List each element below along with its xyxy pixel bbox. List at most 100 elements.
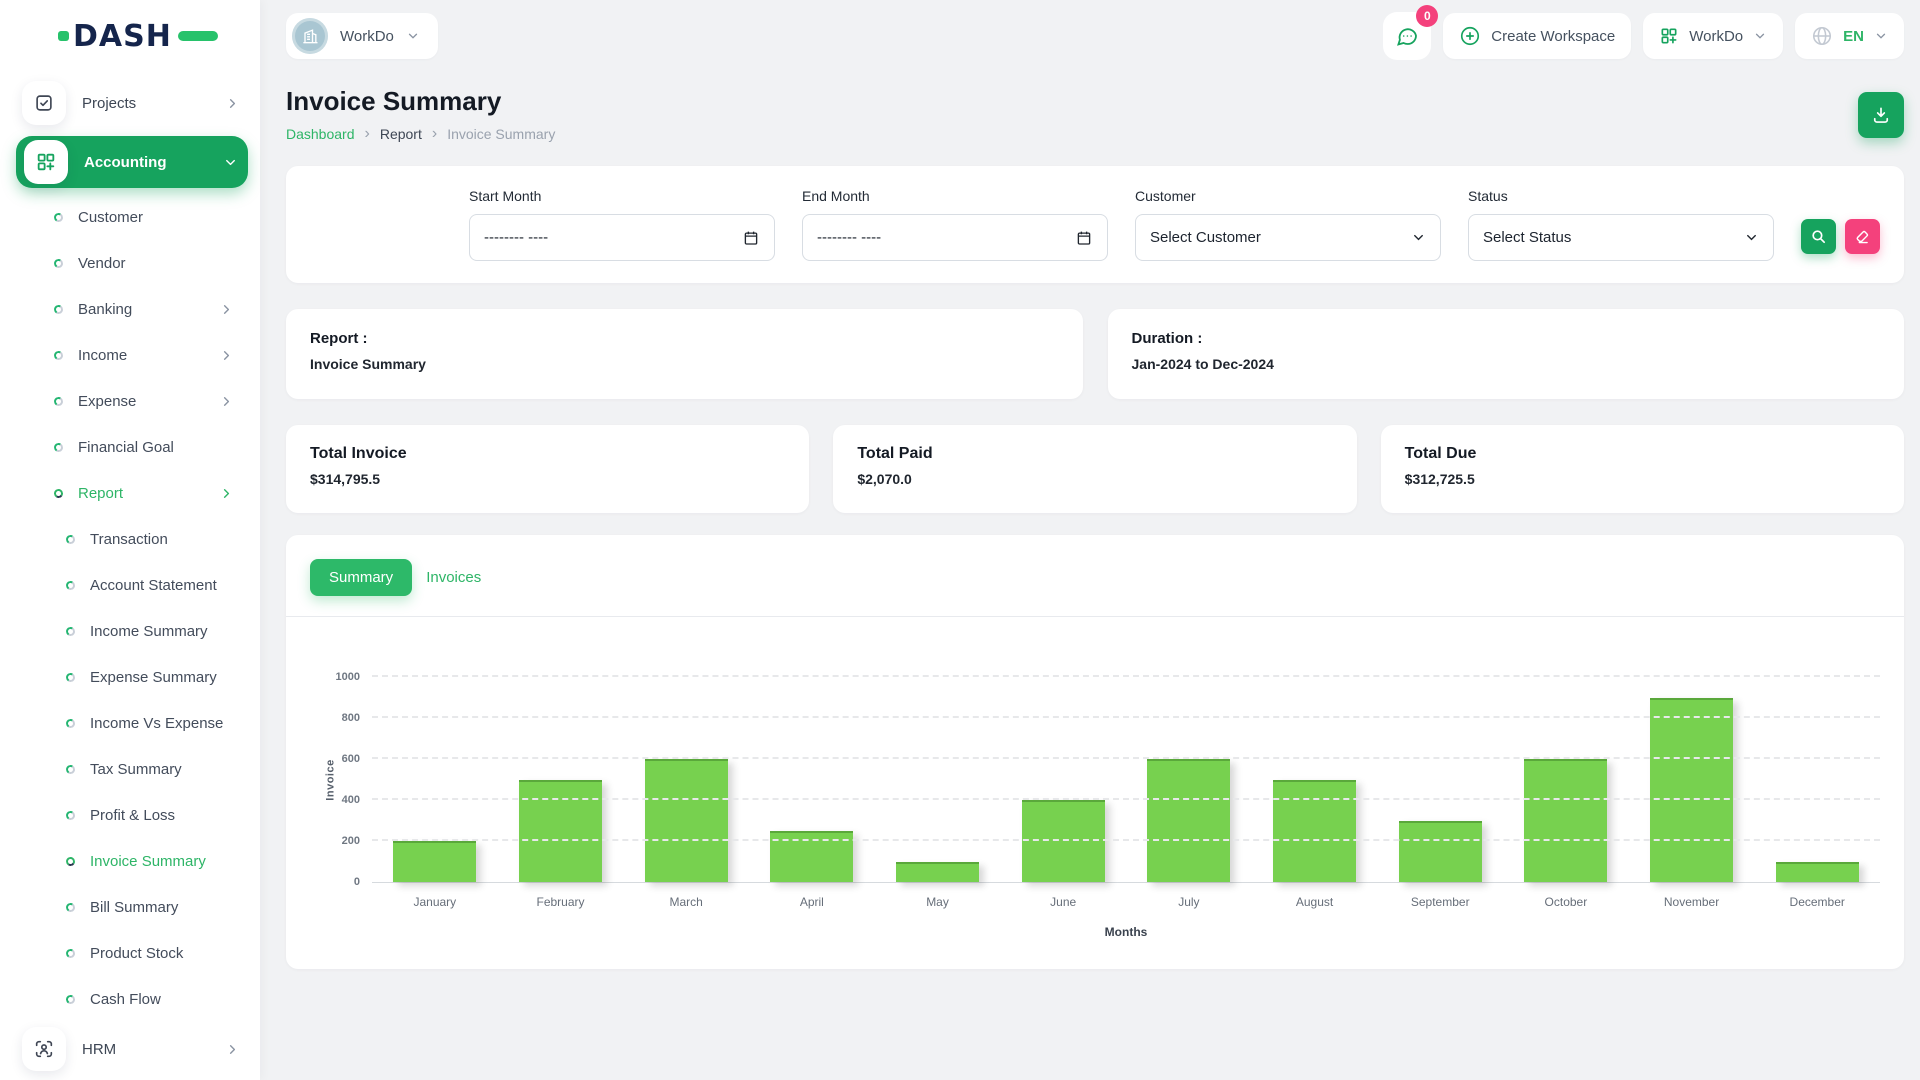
y-tick-label: 1000 [336, 671, 360, 683]
bar-february[interactable] [519, 780, 602, 883]
sidebar-item-income-vs-expense[interactable]: Income Vs Expense [14, 700, 250, 746]
breadcrumb-separator: › [365, 126, 370, 142]
sidebar-item-projects[interactable]: Projects [14, 76, 250, 130]
report-card-value: Invoice Summary [310, 356, 1059, 372]
bar-march[interactable] [645, 759, 728, 882]
sidebar-menu: Projects Accounting CustomerVendorBanking I… [0, 72, 260, 1076]
chevron-right-icon [225, 1042, 240, 1057]
sidebar-item-label: Tax Summary [90, 761, 234, 778]
calendar-icon[interactable] [1075, 229, 1093, 247]
tab-invoices[interactable]: Invoices [426, 569, 481, 586]
sidebar-item-accounting[interactable]: Accounting [16, 136, 248, 188]
calendar-icon[interactable] [742, 229, 760, 247]
start-month-input[interactable]: -------- ---- [469, 214, 775, 261]
sidebar-item-invoice-summary[interactable]: Invoice Summary [14, 838, 250, 884]
breadcrumb-report[interactable]: Report [380, 126, 422, 142]
bar-november[interactable] [1650, 698, 1733, 883]
sidebar: DASH Projects Accounting CustomerVendorBan… [0, 0, 260, 1080]
checkbox-icon [22, 81, 66, 125]
sidebar-item-income-summary[interactable]: Income Summary [14, 608, 250, 654]
bar-july[interactable] [1147, 759, 1230, 882]
bar-june[interactable] [1022, 800, 1105, 882]
chevron-right-icon [219, 302, 234, 317]
gridline-1000 [372, 675, 1880, 677]
language-selector[interactable]: EN [1795, 13, 1904, 59]
end-month-input[interactable]: -------- ---- [802, 214, 1108, 261]
bullet-icon [53, 442, 64, 453]
status-select[interactable]: Select Status [1468, 214, 1774, 261]
sidebar-item-label: Income [78, 347, 219, 364]
x-tick-label: January [372, 895, 498, 909]
app-switcher[interactable]: WorkDo [1643, 13, 1783, 59]
total-due-card: Total Due $312,725.5 [1381, 425, 1904, 513]
sidebar-item-account-statement[interactable]: Account Statement [14, 562, 250, 608]
bar-slot [1503, 677, 1629, 882]
end-month-field: End Month -------- ---- [802, 188, 1108, 261]
bullet-icon [53, 212, 64, 223]
workspace-switcher[interactable]: WorkDo [286, 13, 438, 59]
sidebar-item-cash-flow[interactable]: Cash Flow [14, 976, 250, 1022]
x-tick-label: May [875, 895, 1001, 909]
sidebar-item-tax-summary[interactable]: Tax Summary [14, 746, 250, 792]
gridline-400 [372, 798, 1880, 800]
brand-logo[interactable]: DASH [58, 19, 218, 54]
tab-summary[interactable]: Summary [310, 559, 412, 596]
bar-january[interactable] [393, 841, 476, 882]
sidebar-item-product-stock[interactable]: Product Stock [14, 930, 250, 976]
bar-may[interactable] [896, 862, 979, 883]
breadcrumb-dashboard[interactable]: Dashboard [286, 126, 355, 142]
sidebar-item-financial-goal[interactable]: Financial Goal [14, 424, 250, 470]
status-field: Status Select Status [1468, 188, 1774, 261]
sidebar-item-transaction[interactable]: Transaction [14, 516, 250, 562]
customer-label: Customer [1135, 188, 1441, 204]
x-tick-label: February [498, 895, 624, 909]
sidebar-item-income[interactable]: Income [14, 332, 250, 378]
sidebar-item-label: Projects [82, 95, 225, 112]
sidebar-item-banking[interactable]: Banking [14, 286, 250, 332]
bullet-icon [65, 534, 76, 545]
breadcrumb-current: Invoice Summary [447, 126, 555, 142]
sidebar-item-label: Financial Goal [78, 439, 234, 456]
sidebar-item-bill-summary[interactable]: Bill Summary [14, 884, 250, 930]
sidebar-item-profit-loss[interactable]: Profit & Loss [14, 792, 250, 838]
x-tick-label: November [1629, 895, 1755, 909]
bullet-icon [65, 672, 76, 683]
bar-october[interactable] [1524, 759, 1607, 882]
bar-december[interactable] [1776, 862, 1859, 883]
messages-count-badge: 0 [1416, 5, 1438, 27]
sidebar-item-report[interactable]: Report [14, 470, 250, 516]
page-title: Invoice Summary [286, 86, 1904, 117]
x-axis-labels: JanuaryFebruaryMarchAprilMayJuneJulyAugu… [372, 895, 1880, 909]
sidebar-item-vendor[interactable]: Vendor [14, 240, 250, 286]
tab-divider [286, 616, 1904, 617]
apply-filter-button[interactable] [1801, 219, 1836, 254]
bullet-icon [53, 304, 64, 315]
x-tick-label: March [623, 895, 749, 909]
chevron-down-icon [406, 29, 420, 43]
sidebar-item-hrm[interactable]: HRM [14, 1022, 250, 1076]
reset-filter-button[interactable] [1845, 219, 1880, 254]
download-button[interactable] [1858, 92, 1904, 138]
bullet-icon [53, 396, 64, 407]
y-tick-label: 800 [342, 712, 360, 724]
bar-september[interactable] [1399, 821, 1482, 883]
bullet-icon [65, 902, 76, 913]
duration-card-title: Duration : [1132, 330, 1881, 347]
bar-august[interactable] [1273, 780, 1356, 883]
total-invoice-value: $314,795.5 [310, 471, 785, 487]
sidebar-item-expense[interactable]: Expense [14, 378, 250, 424]
messages-button[interactable]: 0 [1383, 12, 1431, 60]
end-month-label: End Month [802, 188, 1108, 204]
total-invoice-card: Total Invoice $314,795.5 [286, 425, 809, 513]
chevron-right-icon [219, 486, 234, 501]
sidebar-item-customer[interactable]: Customer [14, 194, 250, 240]
sidebar-item-expense-summary[interactable]: Expense Summary [14, 654, 250, 700]
search-icon [1810, 228, 1827, 245]
invoice-bar-chart: Invoice 02004006008001000 JanuaryFebruar… [310, 677, 1880, 939]
download-icon [1871, 105, 1891, 125]
bullet-icon [65, 626, 76, 637]
x-tick-label: December [1754, 895, 1880, 909]
customer-select[interactable]: Select Customer [1135, 214, 1441, 261]
create-workspace-button[interactable]: Create Workspace [1443, 13, 1631, 59]
sidebar-item-label: HRM [82, 1041, 225, 1058]
